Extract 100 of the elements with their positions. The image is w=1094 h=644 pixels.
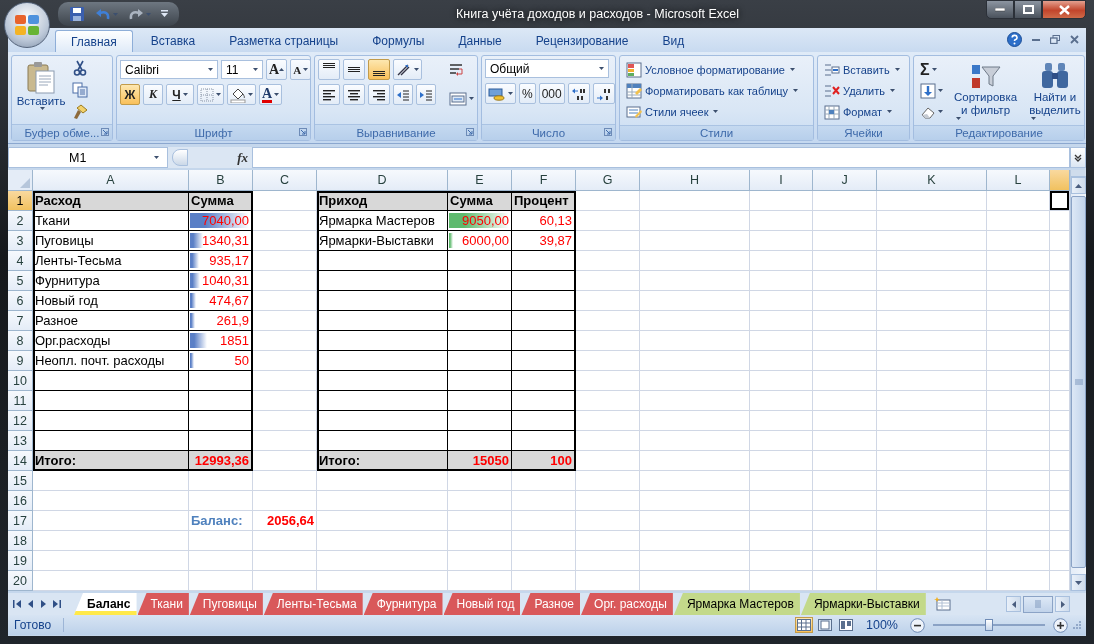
table-cell[interactable] xyxy=(317,291,448,311)
slider-thumb[interactable] xyxy=(985,619,993,631)
row-header[interactable]: 4 xyxy=(8,251,33,271)
font-color-button[interactable]: A xyxy=(259,84,283,105)
table-cell[interactable] xyxy=(189,411,253,431)
sheet-tab[interactable]: Ленты-Тесьма xyxy=(263,593,363,615)
align-left-button[interactable] xyxy=(318,84,340,105)
table-cell[interactable] xyxy=(512,331,576,351)
insert-function-button[interactable]: fx xyxy=(237,149,248,166)
table-cell[interactable] xyxy=(448,351,512,371)
delete-cells-button[interactable]: Удалить xyxy=(821,80,903,101)
sheet-tab[interactable]: Ткани xyxy=(137,593,189,615)
ribbon-tab[interactable]: Вставка xyxy=(134,30,212,52)
sheet-tab[interactable]: Баланс xyxy=(74,593,137,615)
table-cell[interactable] xyxy=(317,391,448,411)
formula-field[interactable] xyxy=(252,147,1070,168)
scrollbar-thumb[interactable] xyxy=(1071,196,1086,568)
number-format-field[interactable]: Общий xyxy=(485,59,609,78)
page-break-button[interactable] xyxy=(837,617,855,633)
percent-button[interactable]: % xyxy=(519,83,536,104)
table-cell[interactable] xyxy=(448,411,512,431)
column-header[interactable]: E xyxy=(448,170,512,191)
font-size-field[interactable]: 11 xyxy=(221,60,263,79)
expand-button[interactable] xyxy=(1070,147,1086,168)
table-cell[interactable] xyxy=(448,371,512,391)
table-cell[interactable] xyxy=(448,331,512,351)
increase-indent-button[interactable] xyxy=(416,84,436,105)
column-header[interactable]: J xyxy=(813,170,877,191)
row-header[interactable]: 15 xyxy=(8,471,33,491)
table-cell[interactable] xyxy=(33,371,189,391)
table-cell[interactable] xyxy=(189,391,253,411)
italic-button[interactable]: К xyxy=(143,84,163,105)
scroll-right-button[interactable] xyxy=(1055,596,1070,612)
insert-sheet-button[interactable] xyxy=(931,596,952,612)
column-header[interactable]: I xyxy=(750,170,813,191)
row-header[interactable]: 7 xyxy=(8,311,33,331)
sheet-tab[interactable]: Ярмарка Мастеров xyxy=(673,593,800,615)
thousands-button[interactable]: 000 xyxy=(538,83,565,104)
top-align-button[interactable] xyxy=(318,59,340,80)
restore-button[interactable] xyxy=(1049,34,1061,45)
table-cell[interactable] xyxy=(512,291,576,311)
row-header[interactable]: 11 xyxy=(8,391,33,411)
table-cell[interactable] xyxy=(512,411,576,431)
column-header[interactable]: L xyxy=(987,170,1050,191)
column-header[interactable]: K xyxy=(877,170,987,191)
autosum-button[interactable]: Σ xyxy=(917,59,946,80)
bottom-align-button[interactable] xyxy=(368,59,390,80)
sheet-tab[interactable]: Орг. расходы xyxy=(581,593,673,615)
row-header[interactable]: 19 xyxy=(8,551,33,571)
insert-cells-button[interactable]: Вставить xyxy=(821,59,903,80)
table-cell[interactable] xyxy=(448,391,512,411)
table-cell[interactable] xyxy=(317,271,448,291)
select-all-button[interactable] xyxy=(8,170,33,191)
row-header[interactable]: 1 xyxy=(8,191,33,211)
row-header[interactable]: 2 xyxy=(8,211,33,231)
row-header[interactable]: 16 xyxy=(8,491,33,511)
row-header[interactable]: 6 xyxy=(8,291,33,311)
close-button[interactable] xyxy=(1042,0,1086,19)
sheet-tab[interactable]: Разное xyxy=(521,593,581,615)
table-cell[interactable] xyxy=(512,391,576,411)
format-cells-button[interactable]: Формат xyxy=(821,101,903,122)
page-layout-button[interactable] xyxy=(816,617,834,633)
table-cell[interactable] xyxy=(317,331,448,351)
find-select-button[interactable]: Найти и выделить xyxy=(1025,58,1085,123)
table-cell[interactable] xyxy=(512,371,576,391)
active-cell[interactable] xyxy=(1050,191,1070,211)
normal-view-button[interactable] xyxy=(795,617,813,633)
split-handle[interactable] xyxy=(1071,170,1086,177)
font-name-field[interactable]: Calibri xyxy=(120,60,218,79)
row-header[interactable]: 17 xyxy=(8,511,33,531)
conditional-formatting-button[interactable]: Условное форматирование xyxy=(623,59,802,80)
ribbon-tab[interactable]: Главная xyxy=(55,30,133,52)
table-cell[interactable] xyxy=(33,411,189,431)
increase-decimal-button[interactable] xyxy=(592,83,615,104)
ribbon-tab[interactable]: Данные xyxy=(442,30,518,52)
row-header[interactable]: 3 xyxy=(8,231,33,251)
table-cell[interactable] xyxy=(512,351,576,371)
ribbon-tab[interactable]: Разметка страницы xyxy=(213,30,355,52)
sort-filter-button[interactable]: Сортировка и фильтр xyxy=(950,58,1022,123)
currency-button[interactable] xyxy=(485,83,516,104)
column-header[interactable]: D xyxy=(317,170,448,191)
table-cell[interactable] xyxy=(448,291,512,311)
table-cell[interactable] xyxy=(512,271,576,291)
bold-button[interactable]: Ж xyxy=(120,84,140,105)
sheet-tab[interactable]: Ярмарки-Выставки xyxy=(800,593,926,615)
ribbon-tab[interactable]: Рецензирование xyxy=(519,30,645,52)
scroll-up-button[interactable] xyxy=(1071,177,1086,194)
row-header[interactable]: 5 xyxy=(8,271,33,291)
fill-button[interactable] xyxy=(917,80,946,101)
cut-button[interactable] xyxy=(71,59,89,77)
column-header[interactable]: C xyxy=(253,170,317,191)
fill-color-button[interactable] xyxy=(227,84,256,105)
table-cell[interactable] xyxy=(317,411,448,431)
copy-button[interactable] xyxy=(71,81,89,99)
table-cell[interactable] xyxy=(317,311,448,331)
table-cell[interactable] xyxy=(512,311,576,331)
cell-styles-button[interactable]: Стили ячеек xyxy=(623,101,802,122)
row-header[interactable]: 8 xyxy=(8,331,33,351)
first-sheet-button[interactable] xyxy=(12,599,23,609)
resize-handle[interactable] xyxy=(172,149,188,166)
